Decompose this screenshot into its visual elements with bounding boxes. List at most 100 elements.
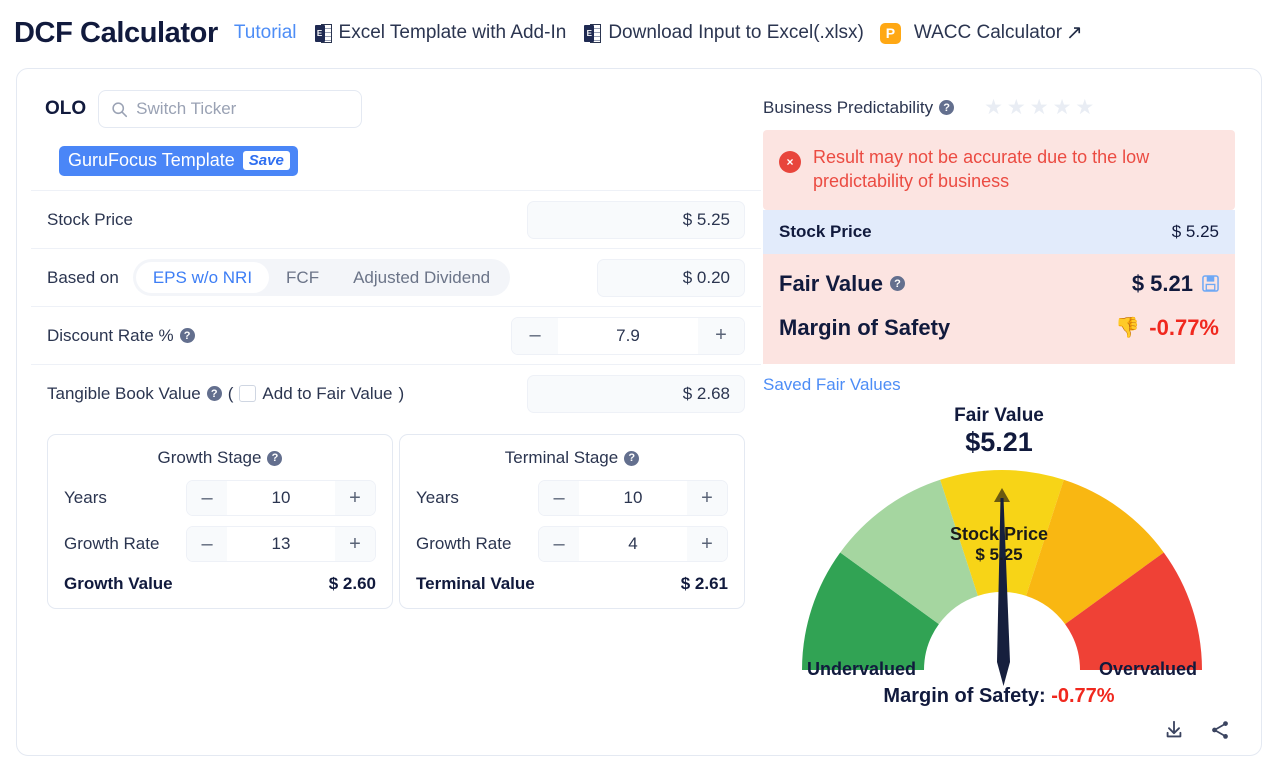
page-header: DCF Calculator Tutorial E Excel Template… bbox=[0, 0, 1280, 56]
tangible-book-label: Tangible Book Value ? ( Add to Fair Valu… bbox=[47, 384, 404, 404]
margin-of-safety-value: 👎 -0.77% bbox=[1115, 315, 1219, 341]
ticker-search-box[interactable] bbox=[98, 90, 363, 128]
growth-rate-increment[interactable]: + bbox=[335, 527, 375, 561]
excel-template-link[interactable]: E Excel Template with Add-In bbox=[314, 22, 567, 44]
discount-rate-stepper[interactable]: – 7.9 + bbox=[511, 316, 745, 355]
based-on-option-fcf[interactable]: FCF bbox=[269, 262, 336, 293]
result-stock-price-value: $ 5.25 bbox=[1171, 221, 1219, 241]
valuation-gauge-chart: Fair Value $5.21 Stock Price $ 5.25 Unde… bbox=[749, 397, 1249, 739]
terminal-rate-value[interactable]: 4 bbox=[579, 527, 687, 561]
based-on-value-input[interactable]: $ 0.20 bbox=[597, 258, 745, 297]
growth-stage-title: Growth Stage ? bbox=[64, 448, 376, 468]
paren-open: ( bbox=[227, 383, 234, 403]
business-predictability-label: Business Predictability ? bbox=[763, 98, 955, 118]
ticker-row: OLO bbox=[31, 83, 761, 128]
tangible-book-value-row: Tangible Book Value ? ( Add to Fair Valu… bbox=[31, 364, 761, 422]
fair-value-label: Fair Value ? bbox=[779, 271, 905, 297]
help-icon-growth-stage[interactable]: ? bbox=[267, 450, 283, 466]
discount-rate-increment[interactable]: + bbox=[698, 317, 744, 354]
terminal-rate-increment[interactable]: + bbox=[687, 527, 727, 561]
download-icon[interactable] bbox=[1163, 719, 1185, 741]
help-icon-discount-rate[interactable]: ? bbox=[179, 328, 195, 343]
terminal-stage-card: Terminal Stage ? Years – 10 + Growth Rat… bbox=[399, 434, 745, 609]
stock-price-input[interactable]: $ 5.25 bbox=[527, 200, 745, 239]
discount-rate-label: Discount Rate % ? bbox=[47, 326, 195, 346]
result-stock-price-label: Stock Price bbox=[779, 221, 872, 241]
based-on-label: Based on bbox=[47, 267, 119, 287]
excel-icon-letter-2: E bbox=[584, 24, 595, 42]
thumb-down-icon: 👎 bbox=[1115, 316, 1141, 339]
terminal-value-amount: $ 2.61 bbox=[680, 574, 728, 593]
help-icon-tangible-book[interactable]: ? bbox=[206, 386, 222, 401]
terminal-years-decrement[interactable]: – bbox=[539, 481, 579, 515]
terminal-years-value[interactable]: 10 bbox=[579, 481, 687, 515]
growth-rate-row: Growth Rate – 13 + bbox=[64, 526, 376, 562]
growth-value-row: Growth Value $ 2.60 bbox=[64, 574, 376, 594]
page-title: DCF Calculator bbox=[14, 16, 218, 49]
growth-years-increment[interactable]: + bbox=[335, 481, 375, 515]
help-icon-predictability[interactable]: ? bbox=[939, 100, 955, 115]
excel-icon-letter: E bbox=[314, 24, 325, 42]
tangible-book-value-input[interactable]: $ 2.68 bbox=[527, 374, 745, 413]
growth-rate-decrement[interactable]: – bbox=[187, 527, 227, 561]
growth-years-label: Years bbox=[64, 488, 107, 507]
based-on-segmented-control[interactable]: EPS w/o NRI FCF Adjusted Dividend bbox=[132, 259, 511, 296]
help-icon-fair-value[interactable]: ? bbox=[889, 276, 905, 292]
growth-rate-value[interactable]: 13 bbox=[227, 527, 335, 561]
download-excel-label: Download Input to Excel(.xlsx) bbox=[608, 22, 864, 43]
terminal-years-row: Years – 10 + bbox=[416, 480, 728, 516]
results-column: Business Predictability ? ★ ★ ★ ★ ★ × Re… bbox=[749, 83, 1249, 739]
wacc-label: WACC Calculator bbox=[913, 22, 1063, 43]
discount-rate-decrement[interactable]: – bbox=[512, 317, 558, 354]
growth-years-decrement[interactable]: – bbox=[187, 481, 227, 515]
predictability-stars[interactable]: ★ ★ ★ ★ ★ bbox=[984, 97, 1094, 118]
terminal-rate-label: Growth Rate bbox=[416, 534, 512, 553]
stock-price-label: Stock Price bbox=[47, 209, 133, 229]
result-stock-price-row: Stock Price $ 5.25 bbox=[763, 209, 1235, 254]
terminal-rate-decrement[interactable]: – bbox=[539, 527, 579, 561]
save-template-button[interactable]: Save bbox=[242, 151, 290, 170]
saved-fair-values-link[interactable]: Saved Fair Values bbox=[749, 364, 1249, 395]
gurufocus-template-button[interactable]: GuruFocus Template Save bbox=[59, 146, 298, 176]
gauge-title: Fair Value bbox=[954, 404, 1044, 426]
terminal-years-stepper[interactable]: – 10 + bbox=[538, 480, 728, 516]
fair-value-value: $ 5.21 bbox=[1132, 271, 1219, 297]
based-on-option-adjusted-dividend[interactable]: Adjusted Dividend bbox=[336, 262, 507, 293]
growth-rate-stepper[interactable]: – 13 + bbox=[186, 526, 376, 562]
download-excel-link[interactable]: E Download Input to Excel(.xlsx) bbox=[584, 22, 864, 44]
growth-rate-label: Growth Rate bbox=[64, 534, 160, 553]
growth-years-value[interactable]: 10 bbox=[227, 481, 335, 515]
terminal-value-row: Terminal Value $ 2.61 bbox=[416, 574, 728, 594]
star-icon-2: ★ bbox=[1006, 96, 1026, 119]
premium-badge-icon[interactable]: P bbox=[879, 22, 901, 44]
ticker-search-input[interactable] bbox=[136, 99, 350, 119]
terminal-years-increment[interactable]: + bbox=[687, 481, 727, 515]
result-valuation-block: Fair Value ? $ 5.21 Margin of Safety 👎 - bbox=[763, 253, 1235, 364]
excel-template-label: Excel Template with Add-In bbox=[338, 22, 567, 43]
help-icon-terminal-stage[interactable]: ? bbox=[624, 450, 640, 466]
save-floppy-icon[interactable] bbox=[1202, 275, 1219, 292]
stage-cards: Growth Stage ? Years – 10 + Growth Rate … bbox=[31, 422, 761, 609]
template-name: GuruFocus Template bbox=[68, 150, 235, 170]
paren-close: ) bbox=[398, 383, 405, 403]
external-link-icon: ↗ bbox=[1066, 22, 1083, 44]
terminal-rate-stepper[interactable]: – 4 + bbox=[538, 526, 728, 562]
growth-years-stepper[interactable]: – 10 + bbox=[186, 480, 376, 516]
excel-file-icon: E bbox=[314, 23, 332, 43]
stock-price-row: Stock Price $ 5.25 bbox=[31, 190, 761, 248]
add-to-fair-value-checkbox[interactable] bbox=[239, 385, 257, 402]
discount-rate-value[interactable]: 7.9 bbox=[558, 317, 698, 354]
wacc-calculator-link[interactable]: WACC Calculator ↗ bbox=[914, 22, 1083, 44]
based-on-option-eps[interactable]: EPS w/o NRI bbox=[135, 262, 270, 293]
gauge-overvalued-label: Overvalued bbox=[1098, 658, 1197, 679]
growth-value-label: Growth Value bbox=[64, 574, 173, 593]
inputs-column: OLO GuruFocus Template Save Stock Price … bbox=[31, 83, 761, 609]
template-row: GuruFocus Template Save bbox=[31, 128, 761, 176]
share-icon[interactable] bbox=[1209, 719, 1231, 741]
tutorial-link[interactable]: Tutorial bbox=[234, 22, 297, 44]
margin-of-safety-label: Margin of Safety bbox=[779, 314, 951, 340]
add-to-fair-value-label: Add to Fair Value bbox=[262, 383, 393, 403]
terminal-stage-title: Terminal Stage ? bbox=[416, 448, 728, 468]
accuracy-warning-text: Result may not be accurate due to the lo… bbox=[813, 147, 1150, 192]
fair-value-label-text: Fair Value bbox=[779, 270, 883, 296]
